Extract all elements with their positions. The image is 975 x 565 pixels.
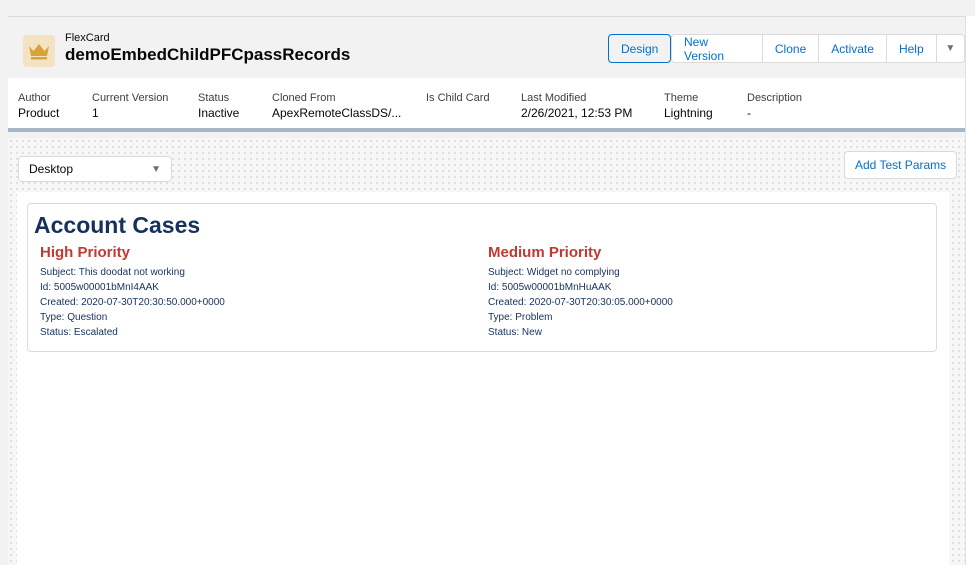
info-theme-value: Lightning [664, 106, 713, 120]
flexcard-header: FlexCard demoEmbedChildPFCpassRecords De… [8, 16, 965, 78]
info-last-modified-value: 2/26/2021, 12:53 PM [521, 106, 633, 120]
case-priority-heading: High Priority [40, 244, 131, 261]
case-subject: Subject: Widget no complying [488, 267, 620, 278]
case-id: Id: 5005w00001bMnI4AAK [40, 282, 159, 293]
info-status-value: Inactive [198, 106, 240, 120]
info-current-version-value: 1 [92, 106, 99, 120]
device-select-value: Desktop [29, 162, 74, 176]
info-is-child-card: Is Child Card [426, 92, 490, 106]
case-type: Type: Question [40, 312, 108, 323]
help-button[interactable]: Help [885, 34, 937, 63]
clone-button[interactable]: Clone [761, 34, 820, 63]
card-type-label: FlexCard [65, 32, 110, 44]
add-test-params-button[interactable]: Add Test Params [844, 151, 958, 179]
info-status: Status Inactive [198, 92, 239, 120]
info-cloned-from-value[interactable]: ApexRemoteClassDS/... [272, 106, 401, 120]
info-description: Description - [747, 92, 802, 120]
case-block: High Priority Subject: This doodat not w… [40, 244, 225, 340]
chevron-down-icon: ▼ [945, 43, 956, 54]
info-author: Author Product [18, 92, 59, 120]
case-status: Status: New [488, 327, 542, 338]
card-title: Account Cases [34, 212, 201, 238]
case-type: Type: Problem [488, 312, 553, 323]
case-created: Created: 2020-07-30T20:30:50.000+0000 [40, 297, 225, 308]
card-info-bar: Author Product Current Version 1 Status … [8, 78, 965, 132]
new-version-button[interactable]: New Version [671, 34, 763, 63]
case-subject: Subject: This doodat not working [40, 267, 185, 278]
header-action-group: New Version Clone Activate Help ▼ [671, 34, 965, 63]
account-cases-card: Account Cases High Priority Subject: Thi… [27, 203, 937, 352]
info-theme: Theme Lightning [664, 92, 713, 120]
info-description-value: - [747, 106, 751, 120]
device-select[interactable]: Desktop ▼ [18, 156, 172, 182]
info-author-value: Product [18, 106, 60, 120]
case-block: Medium Priority Subject: Widget no compl… [488, 244, 673, 340]
right-panel-edge [965, 16, 975, 565]
info-last-modified-label: Last Modified [521, 92, 587, 104]
info-is-child-card-label: Is Child Card [426, 92, 490, 104]
info-cloned-from: Cloned From ApexRemoteClassDS/... [272, 92, 401, 120]
crown-icon [23, 35, 55, 67]
case-status: Status: Escalated [40, 327, 118, 338]
case-created: Created: 2020-07-30T20:30:05.000+0000 [488, 297, 673, 308]
info-cloned-from-label: Cloned From [272, 92, 336, 104]
case-priority-heading: Medium Priority [488, 244, 602, 261]
info-author-label: Author [18, 92, 51, 104]
case-id: Id: 5005w00001bMnHuAAK [488, 282, 612, 293]
info-current-version-label: Current Version [92, 92, 169, 104]
activate-button[interactable]: Activate [818, 34, 887, 63]
info-last-modified: Last Modified 2/26/2021, 12:53 PM [521, 92, 632, 120]
design-button[interactable]: Design [608, 34, 672, 63]
chevron-down-icon: ▼ [151, 163, 161, 175]
card-name-title: demoEmbedChildPFCpassRecords [65, 45, 351, 64]
info-status-label: Status [198, 92, 230, 104]
more-actions-dropdown[interactable]: ▼ [935, 34, 965, 63]
info-description-label: Description [747, 92, 803, 104]
info-theme-label: Theme [664, 92, 699, 104]
info-current-version: Current Version 1 [92, 92, 168, 120]
